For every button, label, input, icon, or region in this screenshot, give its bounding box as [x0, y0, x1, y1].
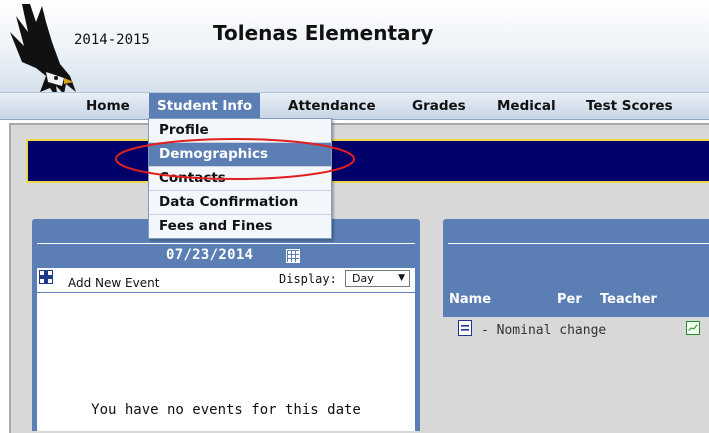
calendar-icon[interactable]: [286, 249, 300, 263]
empty-events-message: You have no events for this date: [91, 402, 361, 418]
column-header-teacher: Teacher: [600, 292, 657, 307]
panel-divider: [448, 243, 709, 244]
calendar-body: Add New Event Display: Day ▼ You have no…: [37, 268, 415, 431]
alert-banner: [26, 139, 709, 183]
calendar-date: 07/23/2014: [166, 247, 254, 263]
chevron-down-icon: ▼: [398, 273, 405, 283]
nav-grades[interactable]: Grades: [412, 93, 466, 119]
panel-divider: [37, 243, 415, 244]
column-header-name: Name: [449, 292, 492, 307]
menu-item-contacts[interactable]: Contacts: [149, 167, 331, 191]
add-new-event-link[interactable]: Add New Event: [68, 276, 159, 290]
nav-home[interactable]: Home: [86, 93, 130, 119]
grades-panel: Name Per Teacher: [443, 219, 709, 317]
menu-item-data-confirmation[interactable]: Data Confirmation: [149, 191, 331, 215]
menu-item-demographics[interactable]: Demographics: [149, 143, 331, 167]
school-year: 2014-2015: [74, 32, 150, 48]
calendar-toolbar: Add New Event Display: Day ▼: [37, 268, 415, 293]
calendar-panel: 07/23/2014 Add New Event Display: Day ▼ …: [32, 219, 420, 431]
add-event-icon[interactable]: [39, 270, 53, 284]
nav-medical[interactable]: Medical: [497, 93, 556, 119]
display-label: Display:: [279, 272, 337, 286]
nav-student-info[interactable]: Student Info: [149, 93, 261, 119]
display-value: Day: [352, 272, 374, 285]
nav-attendance[interactable]: Attendance: [288, 93, 376, 119]
trend-icon: [686, 321, 700, 335]
display-select[interactable]: Day ▼: [345, 270, 410, 287]
menu-item-fees-and-fines[interactable]: Fees and Fines: [149, 215, 331, 238]
note-legend: - Nominal change: [481, 323, 607, 338]
notes-icon[interactable]: [458, 320, 472, 336]
menu-item-profile[interactable]: Profile: [149, 119, 331, 143]
grades-body: - Nominal change: [443, 317, 709, 431]
main-nav: Home Student Info Attendance Grades Medi…: [0, 92, 709, 120]
student-info-menu: Profile Demographics Contacts Data Confi…: [148, 118, 332, 239]
school-name: Tolenas Elementary: [213, 21, 434, 45]
nav-test-scores[interactable]: Test Scores: [586, 93, 673, 119]
column-header-per: Per: [557, 292, 582, 307]
